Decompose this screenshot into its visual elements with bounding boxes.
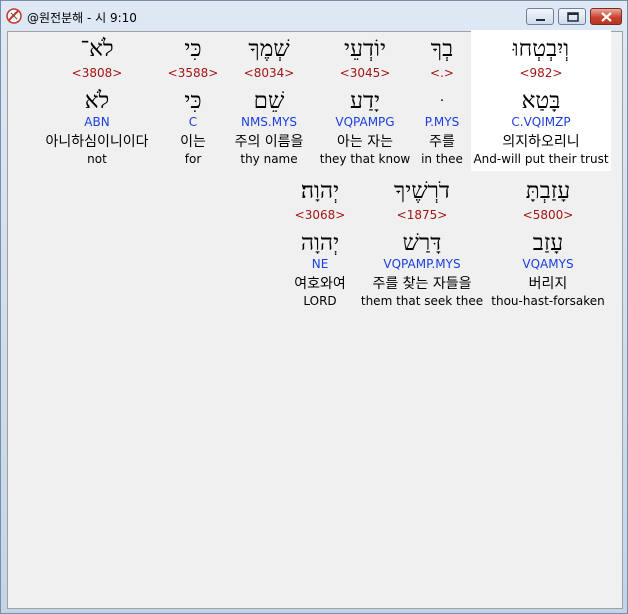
strong-number[interactable]: <3808>: [52, 66, 142, 80]
hebrew-lemma: עָזַב: [532, 230, 564, 256]
hebrew-word: בְךָ: [430, 36, 454, 62]
hebrew-word: יוֹדְעֵי: [343, 36, 387, 62]
strong-number[interactable]: <3068>: [290, 208, 350, 222]
window-title: @원전분해 - 시 9:10: [27, 11, 137, 25]
strong-number[interactable]: <.>: [416, 66, 468, 80]
strong-number[interactable]: <8034>: [229, 66, 309, 80]
morphology-code: C.VQIMZP: [511, 115, 571, 129]
hebrew-lemma: יְהוָה: [300, 230, 340, 256]
hebrew-word: לֹא־: [80, 36, 114, 62]
strong-number[interactable]: <3588>: [163, 66, 223, 80]
english-gloss: thou-hast-forsaken: [491, 294, 605, 308]
hebrew-word: עָזַבְתָּ: [525, 178, 571, 204]
maximize-button[interactable]: [558, 8, 586, 25]
strong-number[interactable]: <982>: [474, 66, 608, 80]
morphology-code: VQPAMP.MYS: [383, 257, 461, 271]
hebrew-lemma: כִּי: [184, 88, 202, 114]
hebrew-word: כִּי: [184, 36, 202, 62]
morphology-code: C: [188, 115, 198, 129]
maximize-icon: [567, 12, 579, 22]
hebrew-word: יְהוָה׃: [300, 178, 340, 204]
close-button[interactable]: [590, 8, 622, 25]
morphology-code: NMS.MYS: [240, 115, 298, 129]
hebrew-lemma: לֹא: [84, 88, 110, 114]
strong-number[interactable]: <3045>: [323, 66, 407, 80]
strong-number[interactable]: <1875>: [372, 208, 472, 222]
app-icon[interactable]: [6, 8, 22, 24]
hebrew-lemma: שֵׁם: [253, 88, 285, 114]
korean-gloss: 주를 찾는 자들을: [372, 276, 472, 292]
strong-number[interactable]: <5800>: [500, 208, 596, 222]
hebrew-lemma: יָדַע: [349, 88, 381, 114]
hebrew-lemma: ּ: [416, 88, 468, 114]
minimize-button[interactable]: [526, 8, 554, 25]
hebrew-word: דֹרְשֶׁיךָ: [394, 178, 450, 204]
morphology-code: NE: [311, 257, 329, 271]
korean-gloss: 버리지: [528, 276, 568, 292]
hebrew-lemma: בָּטַא: [521, 88, 561, 114]
minimize-icon: [536, 19, 545, 21]
english-gloss: And-will put their trust: [473, 152, 609, 166]
morphology-code: VQPAMPG: [335, 115, 395, 129]
morphology-code: VQAMYS: [522, 257, 574, 271]
english-gloss: them that seek thee: [360, 294, 484, 308]
hebrew-word: שְׁמֶךָ: [248, 36, 290, 62]
morphology-code: P.MYS: [424, 115, 460, 129]
korean-gloss: 의지하오리니: [502, 134, 580, 150]
title-bar[interactable]: @원전분해 - 시 9:10: [1, 1, 627, 31]
close-icon: [601, 12, 612, 22]
morphology-code: ABN: [84, 115, 110, 129]
hebrew-word: וְיִבְטְחוּ: [512, 36, 570, 62]
hebrew-lemma: דָּרַשׁ: [402, 230, 442, 256]
